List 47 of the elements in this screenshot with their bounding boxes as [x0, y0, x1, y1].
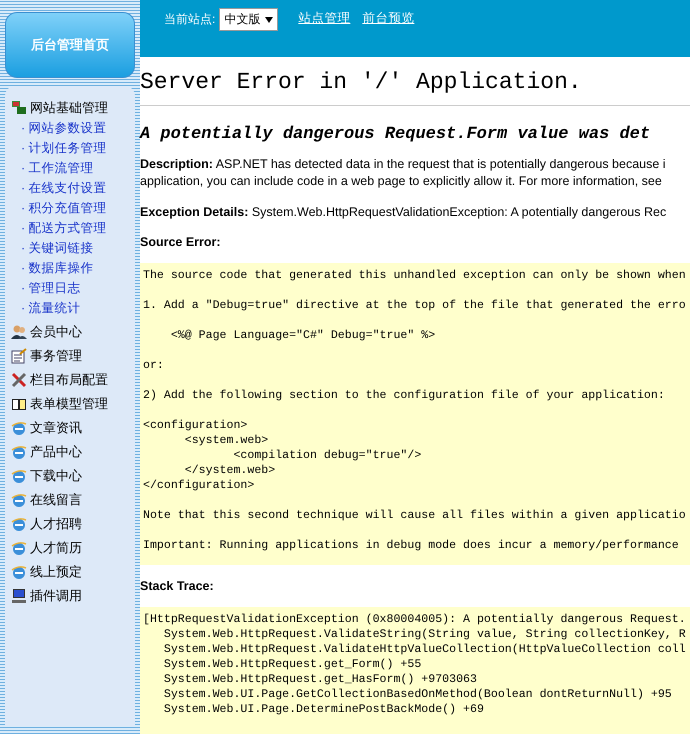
sidebar-item[interactable]: 表单模型管理	[11, 394, 131, 414]
sidebar-subitem[interactable]: · 工作流管理	[11, 158, 131, 178]
sidebar-item[interactable]: 插件调用	[11, 586, 131, 606]
book-icon	[11, 396, 27, 412]
browser-icon	[11, 444, 27, 460]
stack-trace-block: [HttpRequestValidationException (0x80004005): A potentially dangerous Request. System.Web.HttpRequest.ValidateString(String value, String collectionKey, R System.Web.HttpRequest.ValidateHttpValueCollection(HttpValueCollection coll System.Web.HttpRequest.get_Form() +55 System.Web.HttpRequest.get_HasForm() +9703063 System.Web.UI.Page.GetCollectionBasedOnMethod(Boolean dontReturnNull) +95 System.Web.UI.Page.DeterminePostBackMode() +69	[140, 607, 690, 734]
description-text: Description: ASP.NET has detected data in the request that is potentially dangerous because i application, you can include code in a web page to explicitly allow it. For more information, see	[140, 156, 667, 190]
section-heading: Source Error:	[140, 235, 222, 249]
sidebar-subitem[interactable]: · 配送方式管理	[11, 218, 131, 238]
error-message: A potentially dangerous Request.Form value was det	[140, 125, 652, 144]
exception-details-text: Exception Details: System.Web.HttpRequestValidationException: A potentially dangerous Rec	[140, 204, 668, 221]
caret-icon	[265, 16, 274, 22]
browser-icon	[11, 468, 27, 484]
sidebar-item[interactable]: 线上预定	[11, 562, 131, 582]
browser-icon	[11, 540, 27, 556]
sidebar-item[interactable]: 会员中心	[11, 322, 131, 342]
browser-icon	[11, 492, 27, 508]
sidebar-subitem[interactable]: · 数据库操作	[11, 258, 131, 278]
sidebar-subitem[interactable]: · 在线支付设置	[11, 178, 131, 198]
sidebar-subitem[interactable]: · 管理日志	[11, 278, 131, 298]
form-icon	[11, 348, 27, 364]
computer-icon	[11, 588, 27, 604]
source-code-block: The source code that generated this unhandled exception can only be shown when 1. Add a "Debug=true" directive at the top of the file that generated the erro <%@ Page Language="C#" Debug="true" %> or: 2) Add the following section to the configuration file of your application: <configuration> <system.web> <compilation debug="true"/> </system.web> </configuration> Note that this second technique will cause all files within a given applicatio Important: Running applications in debug mode does incur a memory/performance	[140, 263, 690, 565]
tools-icon	[11, 372, 27, 388]
sidebar-subitem[interactable]: · 计划任务管理	[11, 138, 131, 158]
sidebar-item[interactable]: 产品中心	[11, 442, 131, 462]
site-select[interactable]: 中文版	[219, 8, 278, 31]
browser-icon	[11, 564, 27, 580]
sidebar-subitem[interactable]: · 流量统计	[11, 298, 131, 318]
sidebar-subitem[interactable]: · 网站参数设置	[11, 118, 131, 138]
sidebar-item[interactable]: 栏目布局配置	[11, 370, 131, 390]
network-icon	[11, 100, 27, 116]
site-label: 当前站点:	[164, 11, 216, 28]
error-title: Server Error in '/' Application.	[140, 69, 583, 95]
browser-icon	[11, 516, 27, 532]
sidebar-item[interactable]: 人才简历	[11, 538, 131, 558]
sidebar-item[interactable]: 下载中心	[11, 466, 131, 486]
sidebar-subitem[interactable]: · 关键词链接	[11, 238, 131, 258]
sidebar-item[interactable]: 网站基础管理	[11, 98, 131, 118]
sidebar-item[interactable]: 在线留言	[11, 490, 131, 510]
section-heading: Stack Trace:	[140, 579, 215, 593]
sidebar-item[interactable]: 事务管理	[11, 346, 131, 366]
sidebar-item[interactable]: 人才招聘	[11, 514, 131, 534]
sidebar-item[interactable]: 文章资讯	[11, 418, 131, 438]
browser-icon	[11, 420, 27, 436]
sidebar-subitem[interactable]: · 积分充值管理	[11, 198, 131, 218]
users-icon	[11, 324, 27, 340]
